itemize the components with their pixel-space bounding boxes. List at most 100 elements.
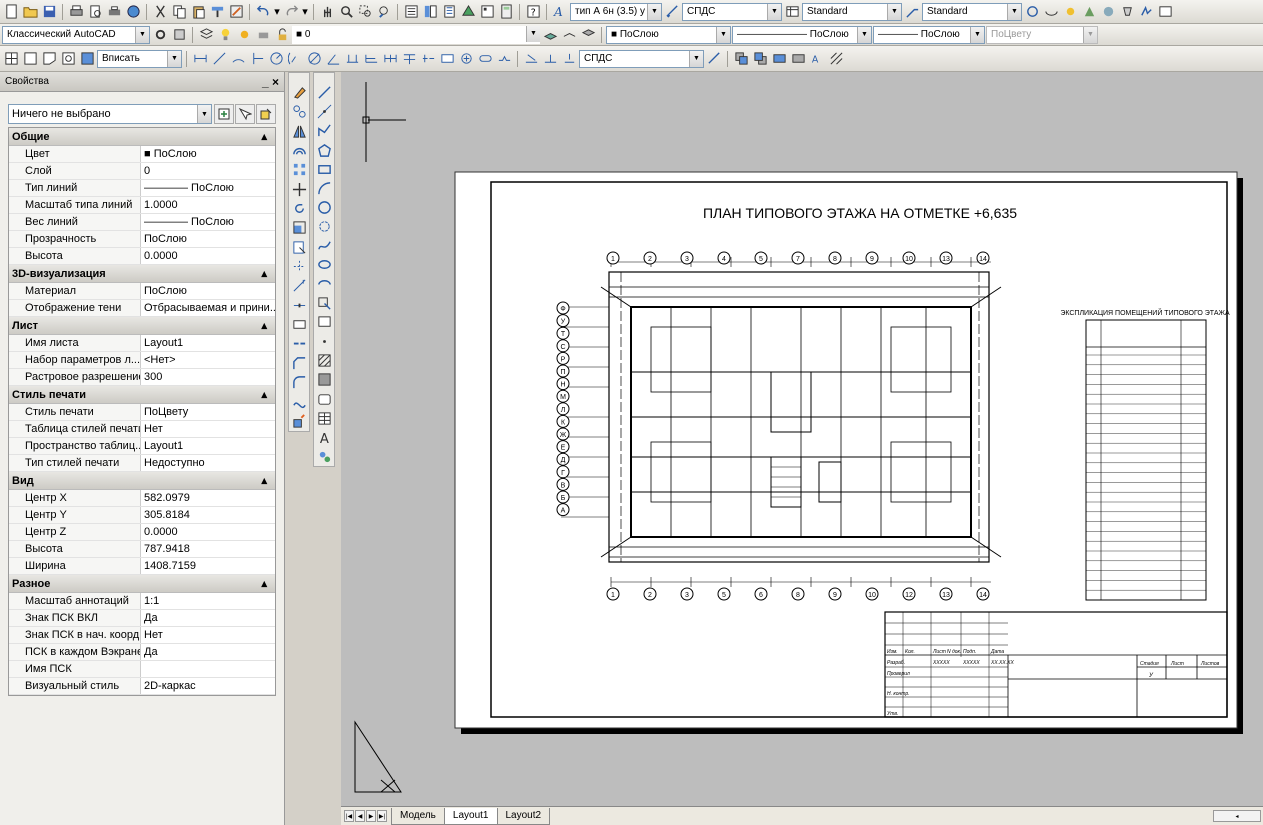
arc-icon[interactable] bbox=[314, 179, 334, 198]
sheet-set-icon[interactable] bbox=[459, 3, 477, 21]
add-selected-icon[interactable] bbox=[314, 447, 334, 466]
property-row[interactable]: Знак ПСК в нач. коорд. Нет bbox=[9, 627, 275, 644]
explode-icon[interactable] bbox=[289, 412, 309, 431]
blend-icon[interactable] bbox=[289, 392, 309, 411]
dim-edit-icon[interactable] bbox=[522, 50, 540, 68]
property-value[interactable]: Да bbox=[141, 610, 275, 626]
stretch-icon[interactable] bbox=[289, 238, 309, 257]
property-category[interactable]: 3D-визуализация ▴ bbox=[9, 265, 275, 283]
zoom-previous-icon[interactable] bbox=[375, 3, 393, 21]
hatch-to-back-icon[interactable] bbox=[827, 50, 845, 68]
multiline-text-icon[interactable]: A bbox=[314, 428, 334, 447]
help-icon[interactable]: ? bbox=[524, 3, 542, 21]
dimension-style-dropdown[interactable]: СПДС ▼ bbox=[682, 2, 782, 21]
property-value[interactable]: 2D-каркас bbox=[141, 678, 275, 694]
quick-dim-icon[interactable] bbox=[343, 50, 361, 68]
lights-icon[interactable] bbox=[1118, 3, 1136, 21]
collapse-arrow-icon[interactable]: ▴ bbox=[261, 474, 267, 487]
fillet-icon[interactable] bbox=[289, 373, 309, 392]
tab-layout2[interactable]: Layout2 bbox=[496, 807, 551, 825]
property-value[interactable]: ———— ПоСлою bbox=[141, 180, 275, 196]
hatch-icon[interactable] bbox=[314, 351, 334, 370]
cut-icon[interactable] bbox=[151, 3, 169, 21]
collapse-arrow-icon[interactable]: ▴ bbox=[261, 130, 267, 143]
property-value[interactable]: Недоступно bbox=[141, 455, 275, 471]
property-row[interactable]: Высота 0.0000 bbox=[9, 248, 275, 265]
property-value[interactable]: Нет bbox=[141, 627, 275, 643]
property-value[interactable]: 787.9418 bbox=[141, 541, 275, 557]
array-icon[interactable] bbox=[289, 160, 309, 179]
property-value[interactable]: 300 bbox=[141, 369, 275, 385]
property-value[interactable]: 1408.7159 bbox=[141, 558, 275, 574]
tool-palettes-icon[interactable] bbox=[440, 3, 458, 21]
property-value[interactable]: 0 bbox=[141, 163, 275, 179]
property-value[interactable]: Отбрасываемая и прини... bbox=[141, 300, 275, 316]
zoom-realtime-icon[interactable] bbox=[337, 3, 355, 21]
text-style-dropdown[interactable]: тип А 6н (3.5) у ▼ bbox=[570, 2, 662, 21]
linear-dim-icon[interactable] bbox=[191, 50, 209, 68]
construction-line-icon[interactable] bbox=[314, 102, 334, 121]
clip-viewport-icon[interactable] bbox=[78, 50, 96, 68]
text-style-icon[interactable]: A bbox=[551, 3, 569, 21]
rotate-icon[interactable] bbox=[289, 199, 309, 218]
multileader-style-dropdown[interactable]: Standard ▼ bbox=[922, 2, 1022, 21]
design-center-icon[interactable] bbox=[421, 3, 439, 21]
property-value[interactable]: ПоСлою bbox=[141, 283, 275, 299]
calculator-icon[interactable] bbox=[497, 3, 515, 21]
next-tab-button[interactable]: ▶ bbox=[366, 810, 376, 822]
baseline-dim-icon[interactable] bbox=[362, 50, 380, 68]
toggle-pickadd-button[interactable] bbox=[214, 104, 234, 124]
redo-dropdown-icon[interactable]: ▾ bbox=[301, 3, 309, 21]
property-value[interactable]: Нет bbox=[141, 421, 275, 437]
property-row[interactable]: Набор параметров л... <Нет> bbox=[9, 352, 275, 369]
3d-orbit-icon[interactable] bbox=[1023, 3, 1041, 21]
property-row[interactable]: Вес линий ———— ПоСлою bbox=[9, 214, 275, 231]
line-icon[interactable] bbox=[314, 83, 334, 102]
scale-icon[interactable] bbox=[289, 218, 309, 237]
property-value[interactable]: ПоСлою bbox=[141, 231, 275, 247]
property-row[interactable]: Прозрачность ПоСлою bbox=[9, 231, 275, 248]
dim-update-icon[interactable] bbox=[560, 50, 578, 68]
draworder-front-icon[interactable] bbox=[732, 50, 750, 68]
move-icon[interactable] bbox=[289, 180, 309, 199]
property-value[interactable]: 0.0000 bbox=[141, 248, 275, 264]
property-value[interactable]: Layout1 bbox=[141, 438, 275, 454]
layer-manager-icon[interactable] bbox=[197, 26, 215, 44]
properties-close-button[interactable]: _ × bbox=[262, 75, 279, 89]
insert-block-icon[interactable] bbox=[314, 294, 334, 313]
3d-dwf-icon[interactable] bbox=[124, 3, 142, 21]
layer-previous-icon[interactable] bbox=[560, 26, 578, 44]
viewport-icon[interactable] bbox=[1156, 3, 1174, 21]
property-row[interactable]: Центр Y 305.8184 bbox=[9, 507, 275, 524]
rectangle-icon[interactable] bbox=[314, 160, 334, 179]
tolerance-icon[interactable] bbox=[438, 50, 456, 68]
tab-model[interactable]: Модель bbox=[391, 807, 445, 825]
ellipse-arc-icon[interactable] bbox=[314, 275, 334, 294]
property-row[interactable]: Знак ПСК ВКЛ Да bbox=[9, 610, 275, 627]
property-value[interactable]: 582.0979 bbox=[141, 490, 275, 506]
property-row[interactable]: Визуальный стиль 2D-каркас bbox=[9, 678, 275, 695]
circle-icon[interactable] bbox=[314, 198, 334, 217]
property-row[interactable]: Ширина 1408.7159 bbox=[9, 558, 275, 575]
save-icon[interactable] bbox=[40, 3, 58, 21]
draworder-above-icon[interactable] bbox=[770, 50, 788, 68]
dim-text-edit-icon[interactable] bbox=[541, 50, 559, 68]
collapse-arrow-icon[interactable]: ▴ bbox=[261, 319, 267, 332]
property-category[interactable]: Вид ▴ bbox=[9, 472, 275, 490]
viewport-dialog-icon[interactable] bbox=[2, 50, 20, 68]
property-category[interactable]: Общие ▴ bbox=[9, 128, 275, 146]
workspace-settings-icon[interactable] bbox=[151, 26, 169, 44]
property-value[interactable]: 1.0000 bbox=[141, 197, 275, 213]
materials-icon[interactable] bbox=[1099, 3, 1117, 21]
property-row[interactable]: Тип стилей печати Недоступно bbox=[9, 455, 275, 472]
sun-icon[interactable] bbox=[1061, 3, 1079, 21]
point-icon[interactable] bbox=[314, 332, 334, 351]
arc-length-icon[interactable] bbox=[229, 50, 247, 68]
drawing-canvas[interactable]: 1 2 3 4 5 7 8 9 10 13 14 1 2 3 5 6 8 9 10 12 13 14 Ф У Т С Р П Н М Л К Ж… bbox=[341, 72, 1263, 806]
quick-select-button[interactable] bbox=[256, 104, 276, 124]
property-value[interactable]: <Нет> bbox=[141, 352, 275, 368]
copy-icon[interactable] bbox=[170, 3, 188, 21]
break-icon[interactable] bbox=[289, 315, 309, 334]
undo-dropdown-icon[interactable]: ▾ bbox=[273, 3, 281, 21]
polygonal-viewport-icon[interactable] bbox=[40, 50, 58, 68]
